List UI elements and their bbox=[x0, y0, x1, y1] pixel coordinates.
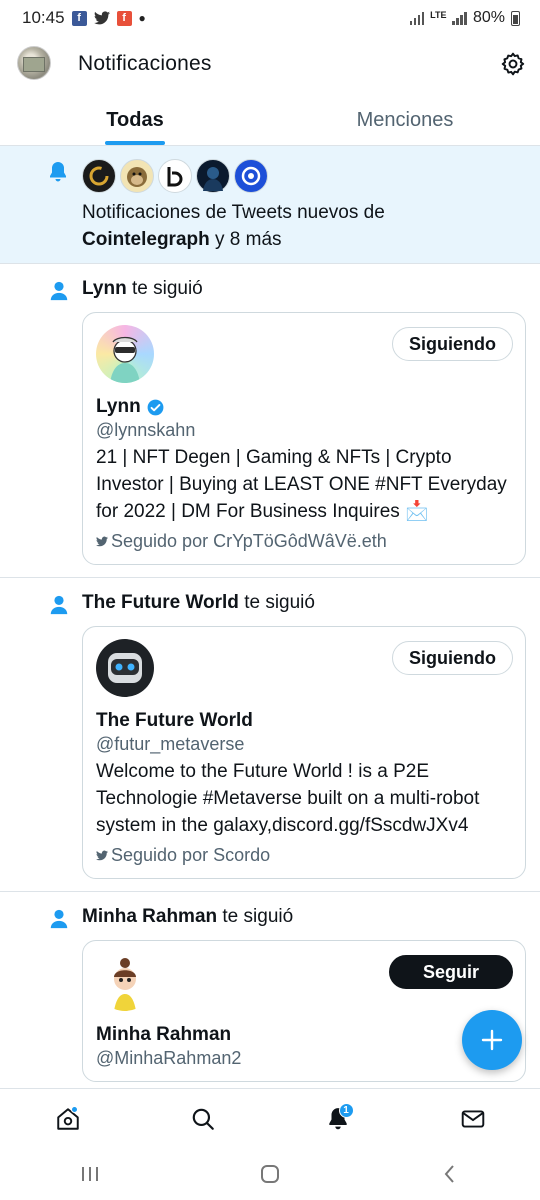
cell-signal-icon bbox=[452, 11, 467, 25]
network-type: LTE bbox=[430, 9, 447, 20]
notification-text: The Future World te siguió bbox=[82, 590, 526, 616]
actor-name[interactable]: The Future World bbox=[82, 592, 239, 613]
following-button[interactable]: Siguiendo bbox=[392, 641, 513, 675]
nav-home[interactable] bbox=[38, 1094, 98, 1144]
twitter-bird-icon bbox=[96, 536, 108, 547]
banner-prefix: Notificaciones de Tweets nuevos de bbox=[82, 202, 385, 223]
user-bio: Welcome to the Future World ! is a P2E T… bbox=[96, 761, 480, 836]
followed-by: Seguido por CrYpTöGôdWâVë.eth bbox=[96, 531, 513, 552]
nav-notifications[interactable]: 1 bbox=[308, 1094, 368, 1144]
notification-action: te siguió bbox=[222, 906, 294, 927]
actor-name[interactable]: Minha Rahman bbox=[82, 906, 217, 927]
user-card[interactable]: Seguir Minha Rahman @MinhaRahman2 bbox=[82, 940, 526, 1082]
actor-name[interactable]: Lynn bbox=[82, 278, 127, 299]
user-name[interactable]: Lynn bbox=[96, 396, 513, 418]
recent-apps-icon[interactable] bbox=[79, 1164, 101, 1184]
user-avatar[interactable] bbox=[96, 639, 154, 697]
notification-text: Minha Rahman te siguió bbox=[82, 904, 526, 930]
followed-by-text: Seguido por CrYpTöGôdWâVë.eth bbox=[111, 531, 387, 551]
notification-action: te siguió bbox=[131, 278, 203, 299]
user-name[interactable]: Minha Rahman bbox=[96, 1024, 513, 1046]
tab-menciones-label: Menciones bbox=[356, 109, 454, 131]
banner-text: Notificaciones de Tweets nuevos de Coint… bbox=[82, 199, 520, 253]
page-title: Notificaciones bbox=[78, 52, 212, 75]
notification-text: Lynn te siguió bbox=[82, 276, 526, 302]
notifications-feed[interactable]: Notificaciones de Tweets nuevos de Coint… bbox=[0, 146, 540, 1088]
notification-tabs: Todas Menciones bbox=[0, 96, 540, 146]
banner-suffix: y 8 más bbox=[215, 229, 282, 250]
tab-todas-label: Todas bbox=[106, 109, 164, 131]
follow-button[interactable]: Seguir bbox=[388, 955, 513, 989]
flipboard-icon: f bbox=[116, 10, 132, 26]
wifi-signal-icon bbox=[409, 11, 425, 25]
user-name[interactable]: The Future World bbox=[96, 710, 513, 732]
avatar-ape[interactable] bbox=[120, 159, 154, 193]
user-avatar[interactable] bbox=[96, 953, 154, 1011]
followed-by: Seguido por Scordo bbox=[96, 845, 513, 866]
top-app-bar: Notificaciones bbox=[0, 36, 540, 94]
mail-icon bbox=[461, 1109, 484, 1128]
verified-badge-icon bbox=[147, 399, 164, 415]
avatar-circle-logo[interactable] bbox=[234, 159, 268, 193]
avatar-c-logo[interactable] bbox=[82, 159, 116, 193]
plus-icon bbox=[481, 1029, 503, 1051]
active-tab-indicator bbox=[105, 141, 165, 145]
bell-icon bbox=[50, 162, 66, 182]
follow-notification[interactable]: Minha Rahman te siguió Seguir Minha Rahm… bbox=[0, 892, 540, 1088]
follow-notification[interactable]: The Future World te siguió Siguiendo The… bbox=[0, 578, 540, 892]
nav-search[interactable] bbox=[173, 1094, 233, 1144]
following-button[interactable]: Siguiendo bbox=[392, 327, 513, 361]
battery-percent: 80% bbox=[472, 9, 505, 26]
twitter-bird-icon bbox=[96, 850, 108, 861]
profile-avatar[interactable] bbox=[17, 46, 51, 80]
user-handle: @MinhaRahman2 bbox=[96, 1048, 242, 1068]
user-avatar[interactable] bbox=[96, 325, 154, 383]
avatar-hooded-figure[interactable] bbox=[196, 159, 230, 193]
avatar-b-logo[interactable] bbox=[158, 159, 192, 193]
twitter-status-icon bbox=[93, 11, 110, 25]
notification-action: te siguió bbox=[244, 592, 315, 613]
system-navigation-bar bbox=[0, 1148, 540, 1200]
account-avatars bbox=[82, 159, 520, 193]
user-name-text: Lynn bbox=[96, 396, 141, 417]
person-icon bbox=[50, 595, 68, 615]
user-card[interactable]: Siguiendo Lynn @lynnskahn 21 | NFT Degen… bbox=[82, 312, 526, 565]
bottom-navigation: 1 bbox=[0, 1088, 540, 1148]
user-bio: 21 | NFT Degen | Gaming & NFTs | Crypto … bbox=[96, 447, 507, 522]
person-icon bbox=[50, 909, 68, 929]
more-notifications-dot: ● bbox=[138, 11, 146, 25]
new-tweets-dot bbox=[70, 1105, 78, 1113]
compose-tweet-button[interactable] bbox=[462, 1010, 522, 1070]
follow-notification[interactable]: Lynn te siguió Siguiendo Lynn @lynnskahn… bbox=[0, 264, 540, 578]
back-icon[interactable] bbox=[439, 1163, 461, 1185]
tab-menciones[interactable]: Menciones bbox=[270, 96, 540, 145]
banner-account: Cointelegraph bbox=[82, 229, 210, 250]
followed-by-text: Seguido por Scordo bbox=[111, 845, 271, 865]
status-time: 10:45 bbox=[22, 8, 65, 27]
user-handle: @futur_metaverse bbox=[96, 734, 245, 754]
home-button-icon[interactable] bbox=[259, 1163, 281, 1185]
status-bar: 10:45 f f ● LTE 80% bbox=[0, 0, 540, 36]
settings-gear-icon[interactable] bbox=[500, 51, 526, 77]
facebook-icon: f bbox=[71, 10, 87, 26]
search-icon bbox=[192, 1108, 214, 1130]
new-tweets-notification[interactable]: Notificaciones de Tweets nuevos de Coint… bbox=[0, 146, 540, 264]
battery-icon bbox=[511, 10, 520, 26]
user-handle: @lynnskahn bbox=[96, 420, 196, 440]
user-card[interactable]: Siguiendo The Future World @futur_metave… bbox=[82, 626, 526, 879]
user-name-text: Minha Rahman bbox=[96, 1024, 232, 1045]
user-name-text: The Future World bbox=[96, 710, 253, 731]
notification-count-badge: 1 bbox=[338, 1102, 354, 1118]
nav-messages[interactable] bbox=[443, 1094, 503, 1144]
tab-todas[interactable]: Todas bbox=[0, 96, 270, 145]
person-icon bbox=[50, 281, 68, 301]
